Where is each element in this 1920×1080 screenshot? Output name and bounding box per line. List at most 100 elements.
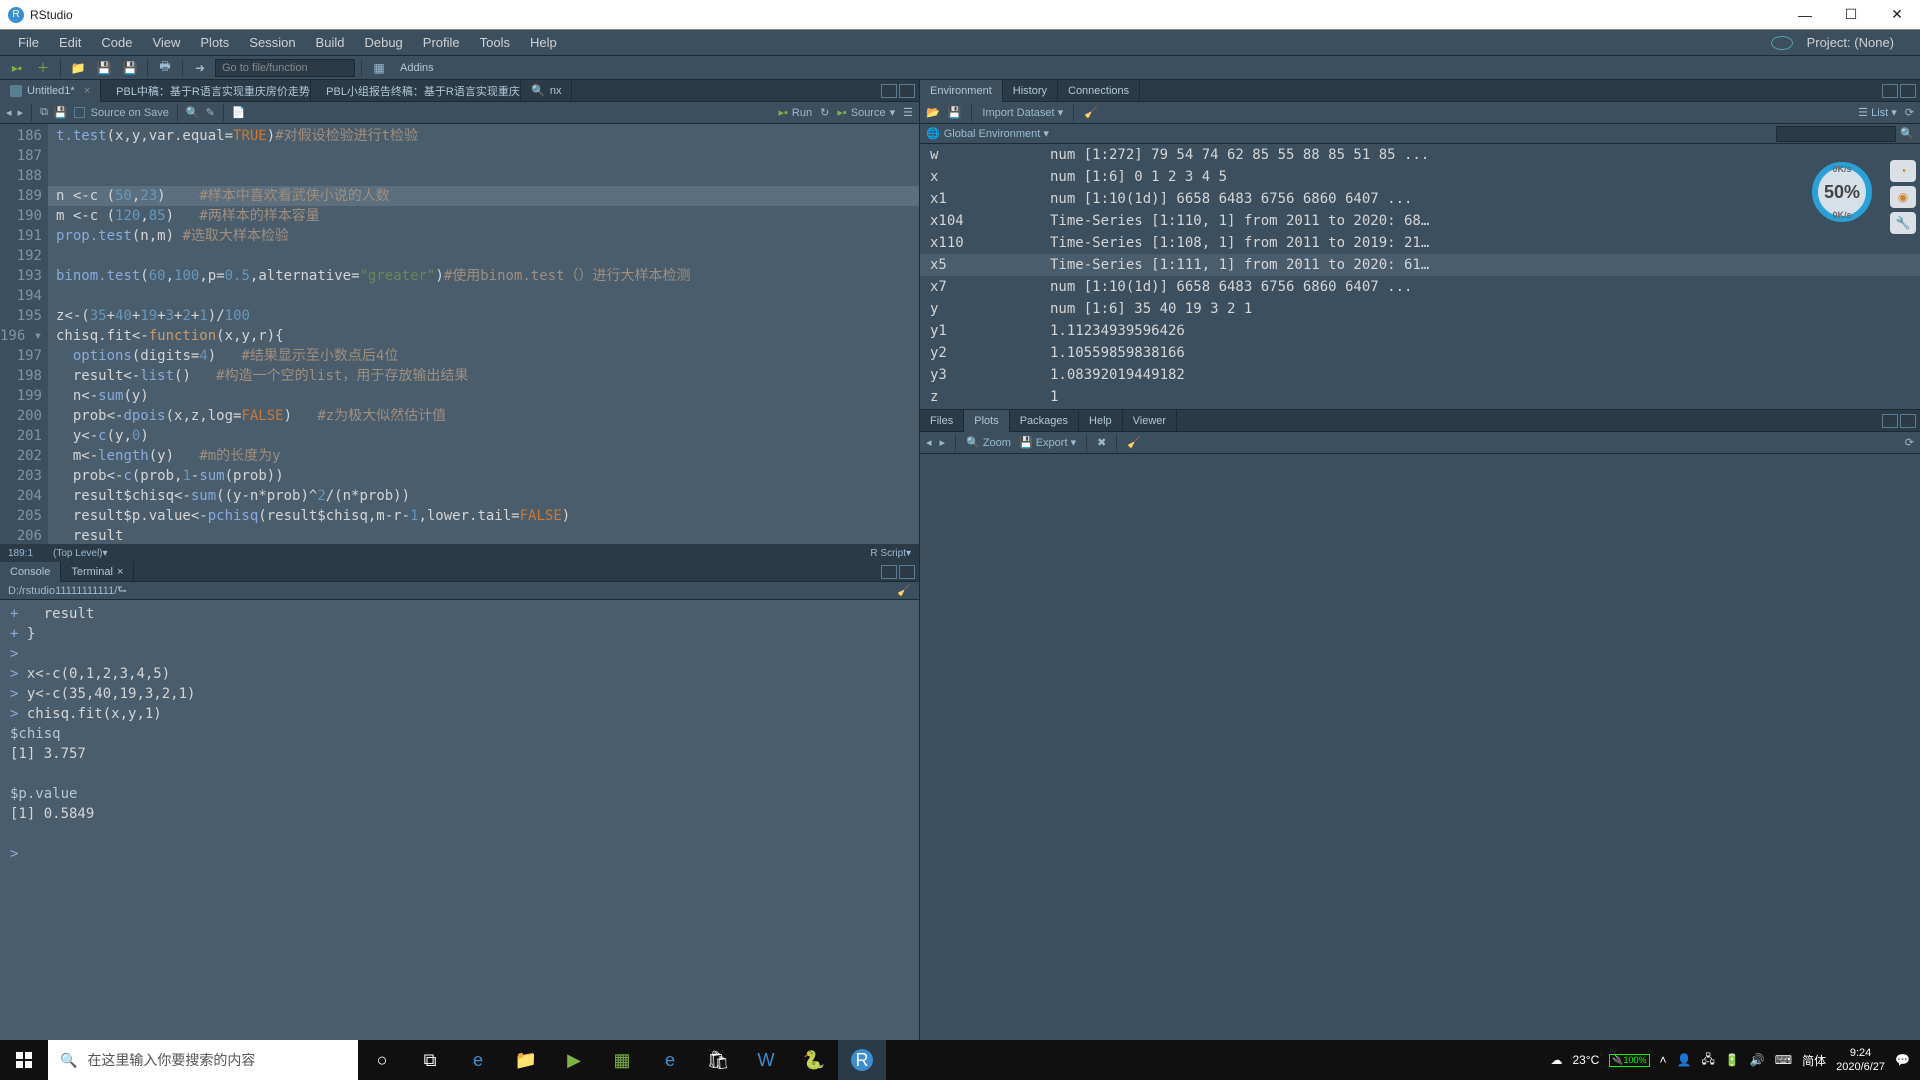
task-view-icon[interactable]: ⧉ (406, 1040, 454, 1080)
zoom-button[interactable]: 🔍 Zoom (966, 436, 1011, 449)
scope-label[interactable]: (Top Level) (53, 548, 102, 559)
env-variable-row[interactable]: z1 (920, 386, 1920, 408)
tab-help[interactable]: Help (1079, 410, 1123, 432)
clear-objects-icon[interactable]: 🧹 (1084, 106, 1098, 119)
menu-file[interactable]: File (8, 35, 49, 50)
cortana-icon[interactable]: ○ (358, 1040, 406, 1080)
menu-profile[interactable]: Profile (413, 35, 470, 50)
run-button[interactable]: ▸▪Run (778, 106, 812, 119)
notifications-icon[interactable]: 💬 (1895, 1053, 1910, 1067)
app-icon[interactable]: 🐍 (790, 1040, 838, 1080)
wand-icon[interactable]: ✎ (206, 106, 215, 119)
refresh-plots-icon[interactable]: ⟳ (1905, 436, 1914, 449)
clear-plots-icon[interactable]: 🧹 (1127, 436, 1141, 449)
ie-icon[interactable]: e (646, 1040, 694, 1080)
env-variable-row[interactable]: y31.08392019449182 (920, 364, 1920, 386)
source-tab-pbl1[interactable]: PBL中稿：基于R语言实现重庆房价走势… × (101, 80, 311, 102)
project-selector[interactable]: Project: (None) (1771, 35, 1912, 50)
weather-temp[interactable]: 23°C (1572, 1053, 1599, 1067)
plot-forward-icon[interactable]: ▸ (940, 436, 946, 449)
tab-history[interactable]: History (1003, 80, 1058, 102)
source-on-save-checkbox[interactable] (74, 107, 85, 118)
close-tab-icon[interactable]: × (117, 566, 123, 578)
pane-maximize-icon[interactable] (1900, 84, 1916, 98)
menu-code[interactable]: Code (91, 35, 142, 50)
weather-icon[interactable]: ☁ (1550, 1053, 1562, 1067)
menu-plots[interactable]: Plots (190, 35, 239, 50)
source-button[interactable]: ▸▪Source▾ (837, 106, 895, 119)
network-icon[interactable]: 🖧 (1701, 1050, 1714, 1071)
env-variable-row[interactable]: x7num [1:10(1d)] 6658 6483 6756 6860 640… (920, 276, 1920, 298)
save-workspace-icon[interactable]: 💾 (948, 106, 962, 119)
tray-chevron-icon[interactable]: ˄ (1660, 1053, 1667, 1067)
word-icon[interactable]: W (742, 1040, 790, 1080)
compile-report-icon[interactable]: 📄 (232, 106, 246, 119)
export-button[interactable]: 💾 Export ▾ (1019, 436, 1076, 449)
tab-plots[interactable]: Plots (964, 410, 1009, 432)
people-icon[interactable]: 👤 (1677, 1053, 1692, 1067)
pane-minimize-icon[interactable] (1882, 84, 1898, 98)
menu-tools[interactable]: Tools (470, 35, 520, 50)
start-button[interactable] (0, 1040, 48, 1080)
env-variable-row[interactable]: x104Time-Series [1:110, 1] from 2011 to … (920, 210, 1920, 232)
wechat-icon[interactable]: ▦ (598, 1040, 646, 1080)
tab-viewer[interactable]: Viewer (1123, 410, 1177, 432)
env-variable-row[interactable]: wnum [1:272] 79 54 74 62 85 55 88 85 51 … (920, 144, 1920, 166)
battery-status[interactable]: 🔌100% (1609, 1054, 1649, 1067)
environment-variable-list[interactable]: wnum [1:272] 79 54 74 62 85 55 88 85 51 … (920, 144, 1920, 409)
console-working-directory[interactable]: D:/rstudio11111111111/⮑ 🧹 (0, 582, 919, 600)
grid-icon[interactable]: ▦ (368, 58, 390, 78)
pane-maximize-icon[interactable] (1900, 414, 1916, 428)
environment-search-input[interactable] (1776, 126, 1896, 142)
language-chevron-icon[interactable]: ▾ (906, 548, 911, 559)
tab-files[interactable]: Files (920, 410, 964, 432)
power-icon[interactable]: 🔋 (1725, 1053, 1740, 1067)
tab-connections[interactable]: Connections (1058, 80, 1140, 102)
remove-plot-icon[interactable]: ✖ (1097, 436, 1106, 449)
env-variable-row[interactable]: x110Time-Series [1:108, 1] from 2011 to … (920, 232, 1920, 254)
pane-minimize-icon[interactable] (881, 84, 897, 98)
env-variable-row[interactable]: ynum [1:6] 35 40 19 3 2 1 (920, 298, 1920, 320)
minimize-button[interactable]: — (1782, 0, 1828, 30)
scope-chevron-icon[interactable]: ▾ (103, 548, 108, 559)
menu-view[interactable]: View (142, 35, 190, 50)
menu-session[interactable]: Session (239, 35, 305, 50)
taskbar-search[interactable]: 🔍 在这里输入你要搜索的内容 (48, 1040, 358, 1080)
language-label[interactable]: R Script (870, 548, 906, 559)
ime-icon[interactable]: ⌨ (1775, 1053, 1792, 1067)
pane-maximize-icon[interactable] (899, 84, 915, 98)
store-icon[interactable]: 🛍 (694, 1040, 742, 1080)
env-variable-row[interactable]: y21.10559859838166 (920, 342, 1920, 364)
pane-minimize-icon[interactable] (1882, 414, 1898, 428)
menu-edit[interactable]: Edit (49, 35, 91, 50)
load-workspace-icon[interactable]: 📂 (926, 106, 940, 119)
edge-icon[interactable]: e (454, 1040, 502, 1080)
source-tab-untitled1[interactable]: Untitled1* × (0, 80, 101, 102)
source-tab-search[interactable]: 🔍 nx (521, 80, 572, 102)
terminal-tab[interactable]: Terminal× (61, 562, 134, 582)
menu-build[interactable]: Build (306, 35, 355, 50)
addins-menu[interactable]: Addins (394, 62, 440, 74)
close-tab-icon[interactable]: × (84, 85, 90, 97)
new-file-icon[interactable]: ▸▪ (6, 58, 28, 78)
import-dataset-button[interactable]: Import Dataset ▾ (982, 106, 1063, 119)
plot-back-icon[interactable]: ◂ (926, 436, 932, 449)
clear-console-icon[interactable]: 🧹 (897, 584, 911, 597)
forward-icon[interactable]: ▸ (18, 106, 24, 119)
menu-debug[interactable]: Debug (354, 35, 412, 50)
print-icon[interactable]: 🖶 (154, 58, 176, 78)
show-in-new-window-icon[interactable]: ⧉ (40, 106, 48, 119)
env-variable-row[interactable]: x5Time-Series [1:111, 1] from 2011 to 20… (920, 254, 1920, 276)
rstudio-taskbar-icon[interactable]: R (838, 1040, 886, 1080)
save-icon[interactable]: 💾 (54, 106, 68, 119)
close-button[interactable]: ✕ (1874, 0, 1920, 30)
ime-label[interactable]: 简体 (1802, 1052, 1826, 1069)
back-icon[interactable]: ◂ (6, 106, 12, 119)
refresh-icon[interactable]: ⟳ (1905, 106, 1914, 119)
menu-help[interactable]: Help (520, 35, 567, 50)
view-mode-button[interactable]: ☰ List ▾ (1858, 106, 1897, 119)
env-variable-row[interactable]: xnum [1:6] 0 1 2 3 4 5 (920, 166, 1920, 188)
new-project-icon[interactable]: ＋ (32, 58, 54, 78)
tab-environment[interactable]: Environment (920, 80, 1003, 102)
volume-icon[interactable]: 🔊 (1750, 1053, 1765, 1067)
